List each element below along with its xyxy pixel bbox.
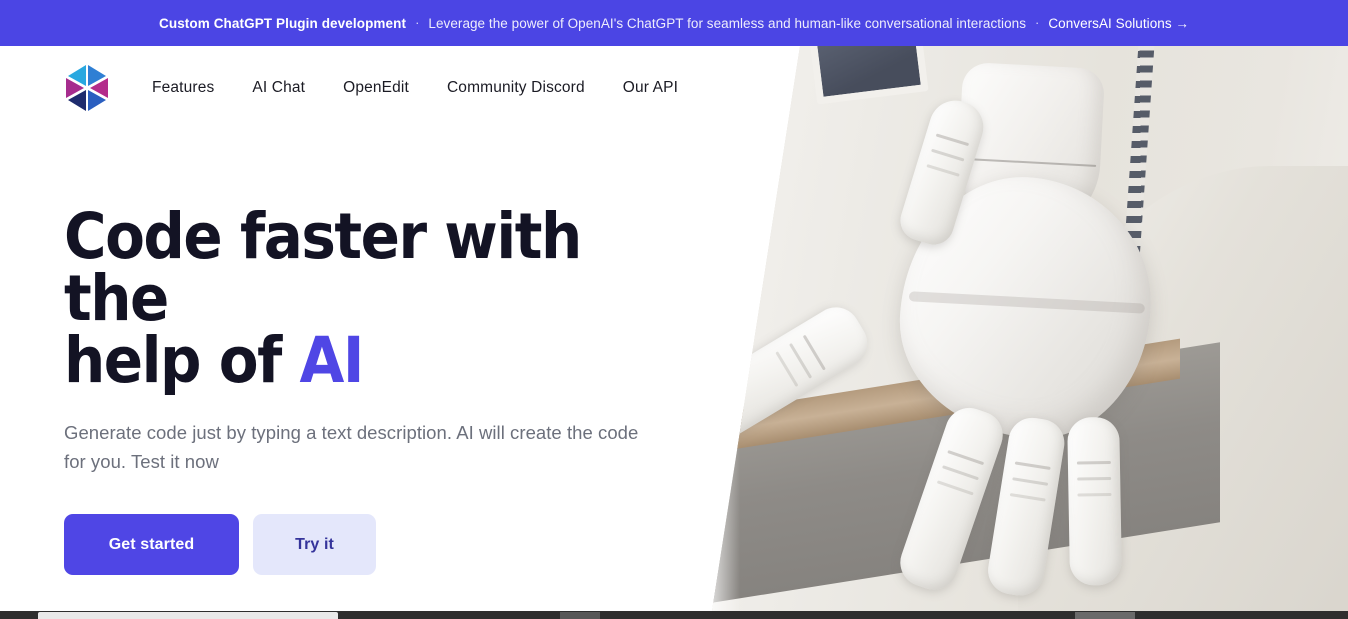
taskbar-window-chip-3[interactable] bbox=[1075, 612, 1135, 619]
hero-headline-accent: AI bbox=[299, 324, 365, 397]
bottom-window-chrome bbox=[0, 611, 1348, 619]
nav-link-list: Features AI Chat OpenEdit Community Disc… bbox=[152, 79, 678, 97]
announcement-description: Leverage the power of OpenAI's ChatGPT f… bbox=[428, 15, 1027, 31]
hero-section: Code faster with the help of AI Generate… bbox=[64, 205, 684, 575]
hero-headline: Code faster with the help of AI bbox=[64, 205, 634, 392]
robot-pinky-finger bbox=[1067, 416, 1123, 586]
get-started-button[interactable]: Get started bbox=[64, 514, 239, 575]
nav-link-openedit[interactable]: OpenEdit bbox=[343, 79, 409, 96]
hero-subheadline: Generate code just by typing a text desc… bbox=[64, 422, 639, 472]
hexagon-prism-logo[interactable] bbox=[64, 62, 110, 114]
taskbar-window-chip-1[interactable] bbox=[38, 612, 338, 619]
robotic-hand-photo bbox=[712, 46, 1348, 611]
landing-page: Custom ChatGPT Plugin development · Leve… bbox=[0, 0, 1348, 619]
nav-item-openedit: OpenEdit bbox=[343, 79, 409, 97]
nav-link-community-discord[interactable]: Community Discord bbox=[447, 79, 585, 96]
nav-link-features[interactable]: Features bbox=[152, 79, 214, 96]
nav-item-ai-chat: AI Chat bbox=[252, 79, 305, 97]
announcement-separator-1: · bbox=[415, 14, 420, 30]
hero-headline-line-1: Code faster with the bbox=[64, 200, 582, 335]
announcement-content: Custom ChatGPT Plugin development · Leve… bbox=[159, 14, 1189, 31]
hero-headline-line-2: help of bbox=[64, 324, 300, 397]
nav-item-community-discord: Community Discord bbox=[447, 79, 585, 97]
nav-item-our-api: Our API bbox=[623, 79, 678, 97]
main-navigation: Features AI Chat OpenEdit Community Disc… bbox=[0, 46, 800, 130]
nav-link-our-api[interactable]: Our API bbox=[623, 79, 678, 96]
announcement-banner[interactable]: Custom ChatGPT Plugin development · Leve… bbox=[0, 0, 1348, 46]
nav-item-features: Features bbox=[152, 79, 214, 97]
announcement-separator-2: · bbox=[1035, 14, 1040, 30]
photo-left-fade bbox=[712, 46, 740, 611]
hero-cta-row: Get started Try it bbox=[64, 514, 684, 575]
taskbar-window-chip-2[interactable] bbox=[560, 612, 600, 619]
hexagon-prism-logo-icon bbox=[66, 65, 108, 111]
announcement-headline: Custom ChatGPT Plugin development bbox=[159, 15, 407, 31]
try-it-button[interactable]: Try it bbox=[253, 514, 376, 575]
announcement-link[interactable]: ConversAI Solutions → bbox=[1048, 16, 1189, 31]
robot-hand bbox=[712, 59, 1265, 599]
nav-link-ai-chat[interactable]: AI Chat bbox=[252, 79, 305, 96]
